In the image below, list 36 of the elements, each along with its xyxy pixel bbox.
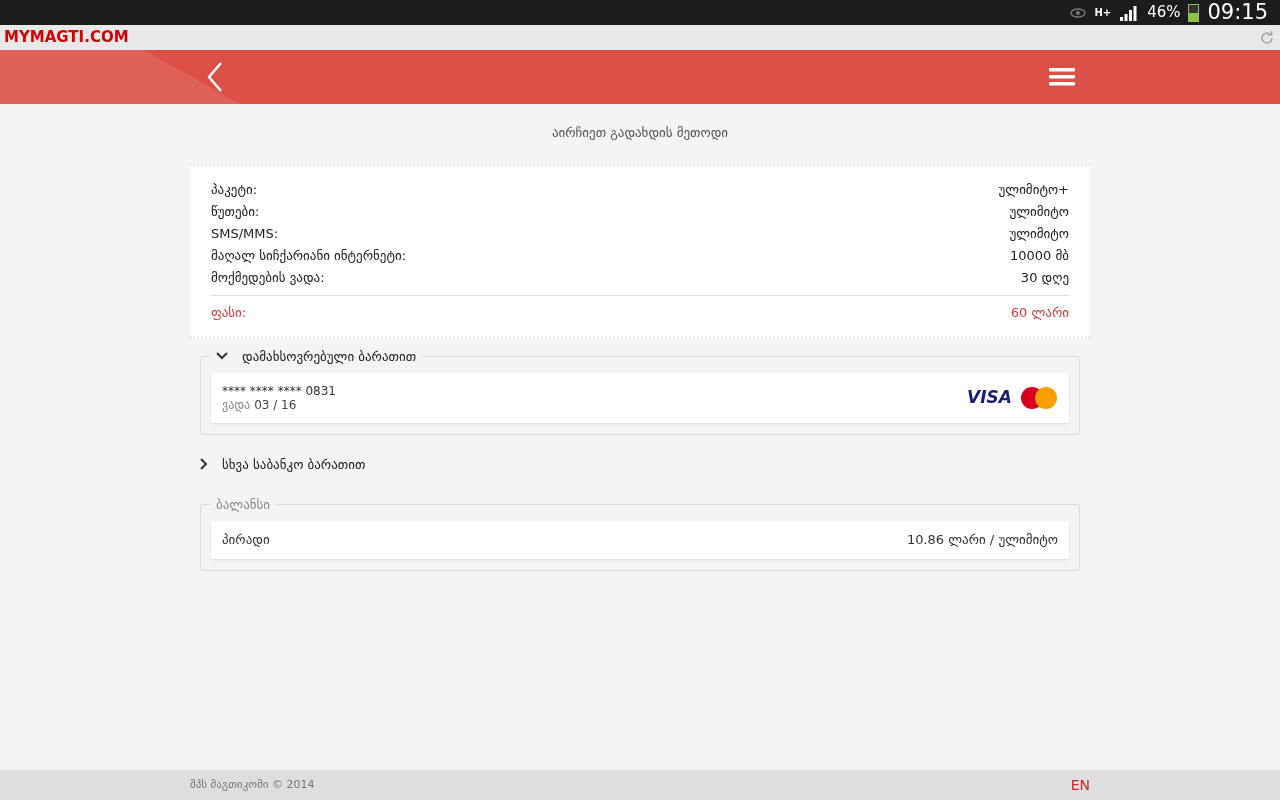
package-label: მაღალ სიჩქარიანი ინტერნეტი: bbox=[211, 246, 407, 265]
package-value: 10000 მბ bbox=[1010, 246, 1069, 265]
section-toggle[interactable]: დამახსოვრებული ბარათით bbox=[216, 346, 417, 366]
visa-logo: VISA bbox=[967, 385, 1012, 409]
price-value: 60 ლარი bbox=[1010, 303, 1069, 322]
expiry-date: 03 / 16 bbox=[254, 397, 297, 412]
section-title: ბალანსი bbox=[216, 496, 271, 514]
saved-card-row[interactable]: **** **** **** 0831 ვადა 03 / 16 VISA bbox=[211, 372, 1069, 423]
package-value: ულიმიტო+ bbox=[998, 180, 1069, 199]
copyright-text: შპს მაგთიკომი © 2014 bbox=[190, 776, 315, 793]
account-name: პირადი bbox=[222, 531, 270, 550]
section-toggle[interactable]: სხვა საბანკო ბარათით bbox=[200, 454, 366, 474]
card-network-icon bbox=[1020, 385, 1058, 410]
package-label: პაკეტი: bbox=[211, 180, 258, 199]
package-value: ულიმიტო bbox=[1009, 202, 1069, 221]
expiry-label: ვადა bbox=[222, 397, 251, 412]
package-value: 30 დღე bbox=[1020, 268, 1069, 287]
back-button[interactable] bbox=[205, 61, 225, 93]
package-label: SMS/MMS: bbox=[211, 224, 279, 243]
balance-row[interactable]: პირადი 10.86 ლარი / ულიმიტო bbox=[211, 521, 1069, 559]
price-label: ფასი: bbox=[211, 303, 247, 322]
battery-percent: 46% bbox=[1147, 2, 1181, 24]
card-number: **** **** **** 0831 bbox=[222, 383, 336, 398]
package-value: ულიმიტო bbox=[1009, 224, 1069, 243]
network-indicator: H+ bbox=[1094, 7, 1112, 18]
page-title: აირჩიეთ გადახდის მეთოდი bbox=[551, 124, 729, 142]
eye-icon bbox=[1070, 6, 1087, 19]
package-label: მოქმედების ვადა: bbox=[211, 268, 325, 287]
language-link[interactable]: EN bbox=[1070, 774, 1090, 796]
package-label: წუთები: bbox=[211, 202, 260, 221]
site-url: MYMAGTI.COM bbox=[4, 27, 129, 49]
battery-icon bbox=[1188, 3, 1200, 22]
clock: 09:15 bbox=[1207, 0, 1268, 26]
menu-icon[interactable] bbox=[1049, 67, 1075, 87]
account-balance: 10.86 ლარი / ულიმიტო bbox=[906, 531, 1058, 550]
signal-icon bbox=[1119, 4, 1140, 21]
